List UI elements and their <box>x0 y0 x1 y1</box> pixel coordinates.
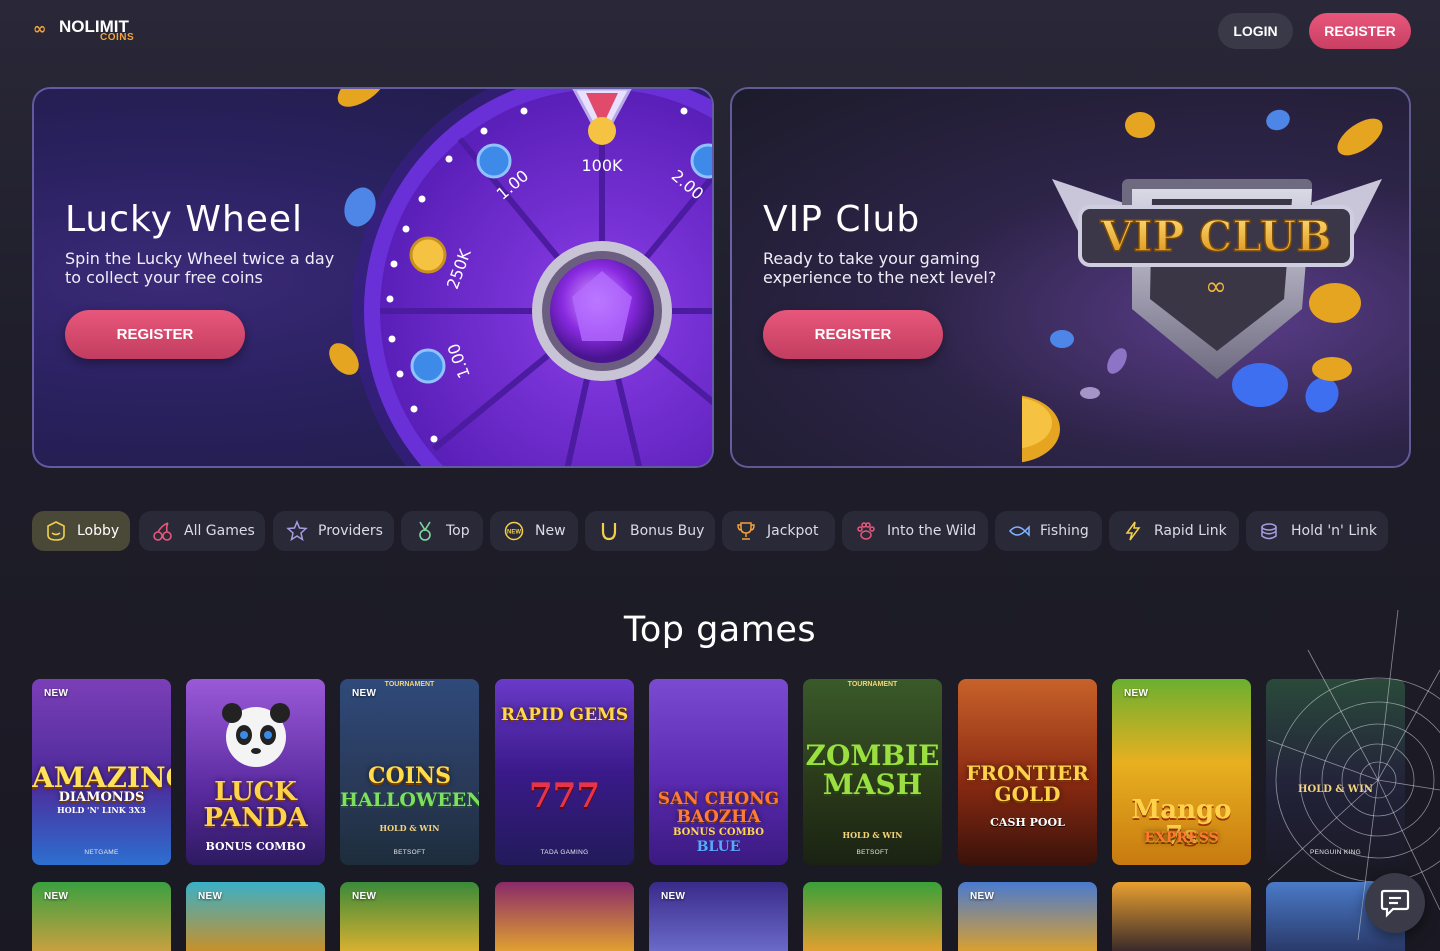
game-tile-zombie-mash[interactable]: TOURNAMENT ZOMBIE MASH HOLD & WIN BETSOF… <box>803 679 942 865</box>
lucky-wheel-banner[interactable]: 100K 2.00 150K 1.00 250K 1.00 250K Lucky… <box>32 87 714 468</box>
game-tile-row2-2[interactable]: NEW <box>186 882 325 951</box>
game-tile-san-chong-baozha[interactable]: SAN CHONG BAOZHA BONUS COMBO BLUE <box>649 679 788 865</box>
paw-icon <box>855 520 877 542</box>
vip-club-register-button[interactable]: REGISTER <box>763 310 943 359</box>
site-header: ∞ NOLIMIT COINS LOGIN REGISTER <box>0 0 1440 62</box>
svg-text:∞: ∞ <box>1205 272 1227 302</box>
game-tile-row2-7[interactable]: NEW <box>958 882 1097 951</box>
category-providers[interactable]: Providers <box>273 511 394 551</box>
new-badge-icon: NEW <box>503 520 525 542</box>
category-jackpot[interactable]: Jackpot <box>722 511 835 551</box>
game-tile-row2-3[interactable]: NEW <box>340 882 479 951</box>
game-tile-row2-6[interactable] <box>803 882 942 951</box>
category-nav: Lobby All Games Providers Top NEW New Bo… <box>32 511 1412 551</box>
star-icon <box>286 520 308 542</box>
game-tile-amazing-diamonds[interactable]: NEW AMAZING DIAMONDS HOLD 'N' LINK 3X3 N… <box>32 679 171 865</box>
category-hold-n-link[interactable]: Hold 'n' Link <box>1246 511 1388 551</box>
top-games-heading: Top games <box>623 610 817 650</box>
category-all-games[interactable]: All Games <box>139 511 265 551</box>
game-tile-frontier-gold[interactable]: FRONTIER GOLD CASH POOL <box>958 679 1097 865</box>
nolimit-coins-logo[interactable]: ∞ NOLIMIT COINS <box>33 17 145 45</box>
category-fishing[interactable]: Fishing <box>995 511 1102 551</box>
svg-text:VIP CLUB: VIP CLUB <box>1099 212 1331 261</box>
fish-icon <box>1008 520 1030 542</box>
wheel-label-100k: 100K <box>581 156 623 175</box>
lucky-wheel-register-button[interactable]: REGISTER <box>65 310 245 359</box>
chat-support-button[interactable] <box>1365 873 1425 933</box>
category-bonus-buy[interactable]: Bonus Buy <box>585 511 715 551</box>
game-tile-row2-1[interactable]: NEW <box>32 882 171 951</box>
chat-bubble-icon <box>1380 889 1410 918</box>
trophy-icon <box>735 520 757 542</box>
category-new[interactable]: NEW New <box>490 511 578 551</box>
horseshoe-icon <box>598 520 620 542</box>
medal-icon <box>414 520 436 542</box>
game-tile-rapid-gems[interactable]: RAPID GEMS 777 TADA GAMING <box>495 679 634 865</box>
cherries-icon <box>152 520 174 542</box>
category-into-the-wild[interactable]: Into the Wild <box>842 511 988 551</box>
svg-text:NEW: NEW <box>507 530 521 536</box>
lightning-icon <box>1122 520 1144 542</box>
game-tile-coins-halloween[interactable]: TOURNAMENT NEW COINS HALLOWEEN HOLD & WI… <box>340 679 479 865</box>
lucky-wheel-illustration: 100K 2.00 150K 1.00 250K 1.00 250K <box>329 89 712 466</box>
lucky-wheel-description: Spin the Lucky Wheel twice a day to coll… <box>65 249 335 287</box>
vip-club-banner[interactable]: VIP CLUB ∞ VIP Club Ready to take your g… <box>730 87 1411 468</box>
infinity-icon: ∞ <box>33 19 46 38</box>
game-tile-luck-panda[interactable]: LUCK PANDA BONUS COMBO <box>186 679 325 865</box>
category-lobby[interactable]: Lobby <box>32 511 130 551</box>
category-rapid-link[interactable]: Rapid Link <box>1109 511 1239 551</box>
vip-club-description: Ready to take your gaming experience to … <box>763 249 997 287</box>
game-tile-row2-5[interactable]: NEW <box>649 882 788 951</box>
game-tile-mango-7s-express[interactable]: NEW Mango 7s EXPRESS <box>1112 679 1251 865</box>
vip-club-illustration: VIP CLUB ∞ <box>1022 109 1383 463</box>
register-button[interactable]: REGISTER <box>1309 13 1411 49</box>
category-top[interactable]: Top <box>401 511 483 551</box>
game-tile-row2-4[interactable] <box>495 882 634 951</box>
panda-face-icon <box>222 703 290 767</box>
vip-club-title: VIP Club <box>763 199 921 240</box>
game-tile-penguin-king[interactable]: HOLD & WIN PENGUIN KING <box>1266 679 1405 865</box>
login-button[interactable]: LOGIN <box>1218 13 1293 49</box>
coins-stack-icon <box>1259 520 1281 542</box>
game-tile-row2-8[interactable] <box>1112 882 1251 951</box>
lucky-wheel-title: Lucky Wheel <box>65 199 304 240</box>
lobby-icon <box>45 520 67 542</box>
